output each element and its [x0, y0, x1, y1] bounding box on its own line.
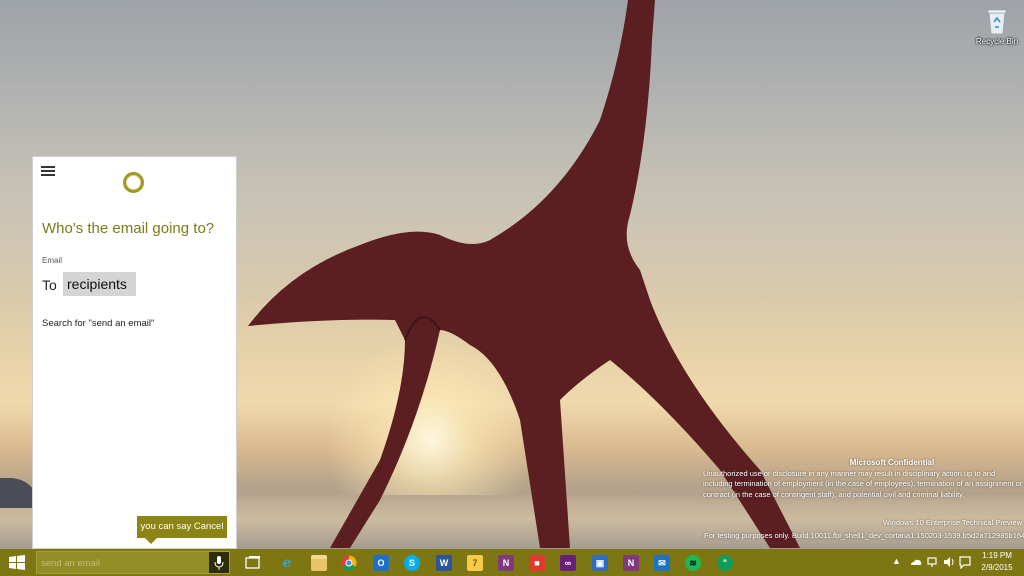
office-button[interactable]: ■ [526, 552, 548, 574]
taskbar-search-box[interactable] [36, 551, 230, 574]
onedrive-cloud-icon[interactable] [909, 555, 923, 569]
network-icon[interactable] [926, 555, 940, 569]
recycle-bin-label: Recycle Bin [975, 37, 1019, 46]
mail-button[interactable]: ✉ [651, 552, 673, 574]
recycle-bin-shortcut[interactable]: Recycle Bin [974, 4, 1020, 50]
chrome-icon [341, 555, 357, 571]
taskbar-clock[interactable]: 1:19 PM 2/9/2015 [975, 550, 1019, 574]
ie-icon: e [282, 555, 292, 571]
hangouts-icon: " [717, 555, 733, 571]
taskbar-search-input[interactable] [41, 554, 201, 572]
sticky-notes-button[interactable]: 7 [464, 552, 486, 574]
microphone-icon [214, 556, 224, 570]
watermark-build: For testing purposes only. Build 10011.f… [704, 530, 1024, 540]
skype-button[interactable]: S [401, 552, 423, 574]
visual-studio-icon: ∞ [560, 555, 576, 571]
onenote-icon: N [498, 555, 514, 571]
volume-icon[interactable] [942, 555, 956, 569]
action-center-icon[interactable] [958, 555, 972, 570]
watermark-edition: Windows 10 Enterprise Technical Preview [882, 518, 1022, 527]
onenote-icon: N [623, 555, 639, 571]
word-button[interactable]: W [433, 552, 455, 574]
file-explorer-button[interactable] [308, 552, 330, 574]
clock-date: 2/9/2015 [981, 563, 1013, 572]
cortana-question: Who's the email going to? [42, 220, 215, 237]
outlook-icon: O [373, 555, 389, 571]
folder-icon [311, 555, 327, 571]
clock-time: 1:19 PM [982, 551, 1012, 560]
cortana-panel: Who's the email going to? Email To recip… [32, 156, 237, 549]
recipients-input[interactable]: recipients [63, 272, 136, 296]
office-icon: ■ [529, 555, 545, 571]
ie-button[interactable]: e [276, 552, 298, 574]
mail-icon: ✉ [654, 555, 670, 571]
word-icon: W [436, 555, 452, 571]
email-field-label: Email [42, 256, 63, 265]
confidential-watermark: Microsoft Confidential Unauthorized use … [700, 458, 1024, 541]
hangouts-button[interactable]: " [714, 552, 736, 574]
outlook-button[interactable]: O [370, 552, 392, 574]
microphone-button[interactable] [209, 552, 229, 573]
windows-logo-icon [9, 555, 25, 570]
search-web-link[interactable]: Search for "send an email" [42, 318, 154, 329]
skype-icon: S [404, 555, 420, 571]
notes-icon: 7 [467, 555, 483, 571]
hamburger-menu-icon[interactable] [41, 166, 55, 178]
watermark-body: Unauthorized use or disclosure in any ma… [703, 468, 1023, 499]
visual-studio-button[interactable]: ∞ [557, 552, 579, 574]
to-label: To [42, 277, 57, 293]
spotify-icon: ≋ [685, 555, 701, 571]
onenote-2-button[interactable]: N [620, 552, 642, 574]
tray-chevron-up-icon[interactable]: ▲ [892, 556, 902, 568]
cortana-circle-icon [123, 172, 144, 193]
watermark-title: Microsoft Confidential [849, 458, 935, 467]
recycle-bin-icon [987, 9, 1007, 35]
spotify-button[interactable]: ≋ [682, 552, 704, 574]
cortana-hint-bubble: you can say Cancel [137, 516, 227, 544]
chrome-button[interactable] [338, 552, 360, 574]
remote-desktop-button[interactable]: ▣ [589, 552, 611, 574]
start-button[interactable] [0, 549, 34, 576]
task-view-icon [245, 556, 260, 569]
taskbar: e O S W 7 N ■ ∞ ▣ N ✉ ≋ " [0, 549, 1024, 576]
onenote-button[interactable]: N [495, 552, 517, 574]
task-view-button[interactable] [242, 552, 264, 574]
remote-desktop-icon: ▣ [592, 555, 608, 571]
